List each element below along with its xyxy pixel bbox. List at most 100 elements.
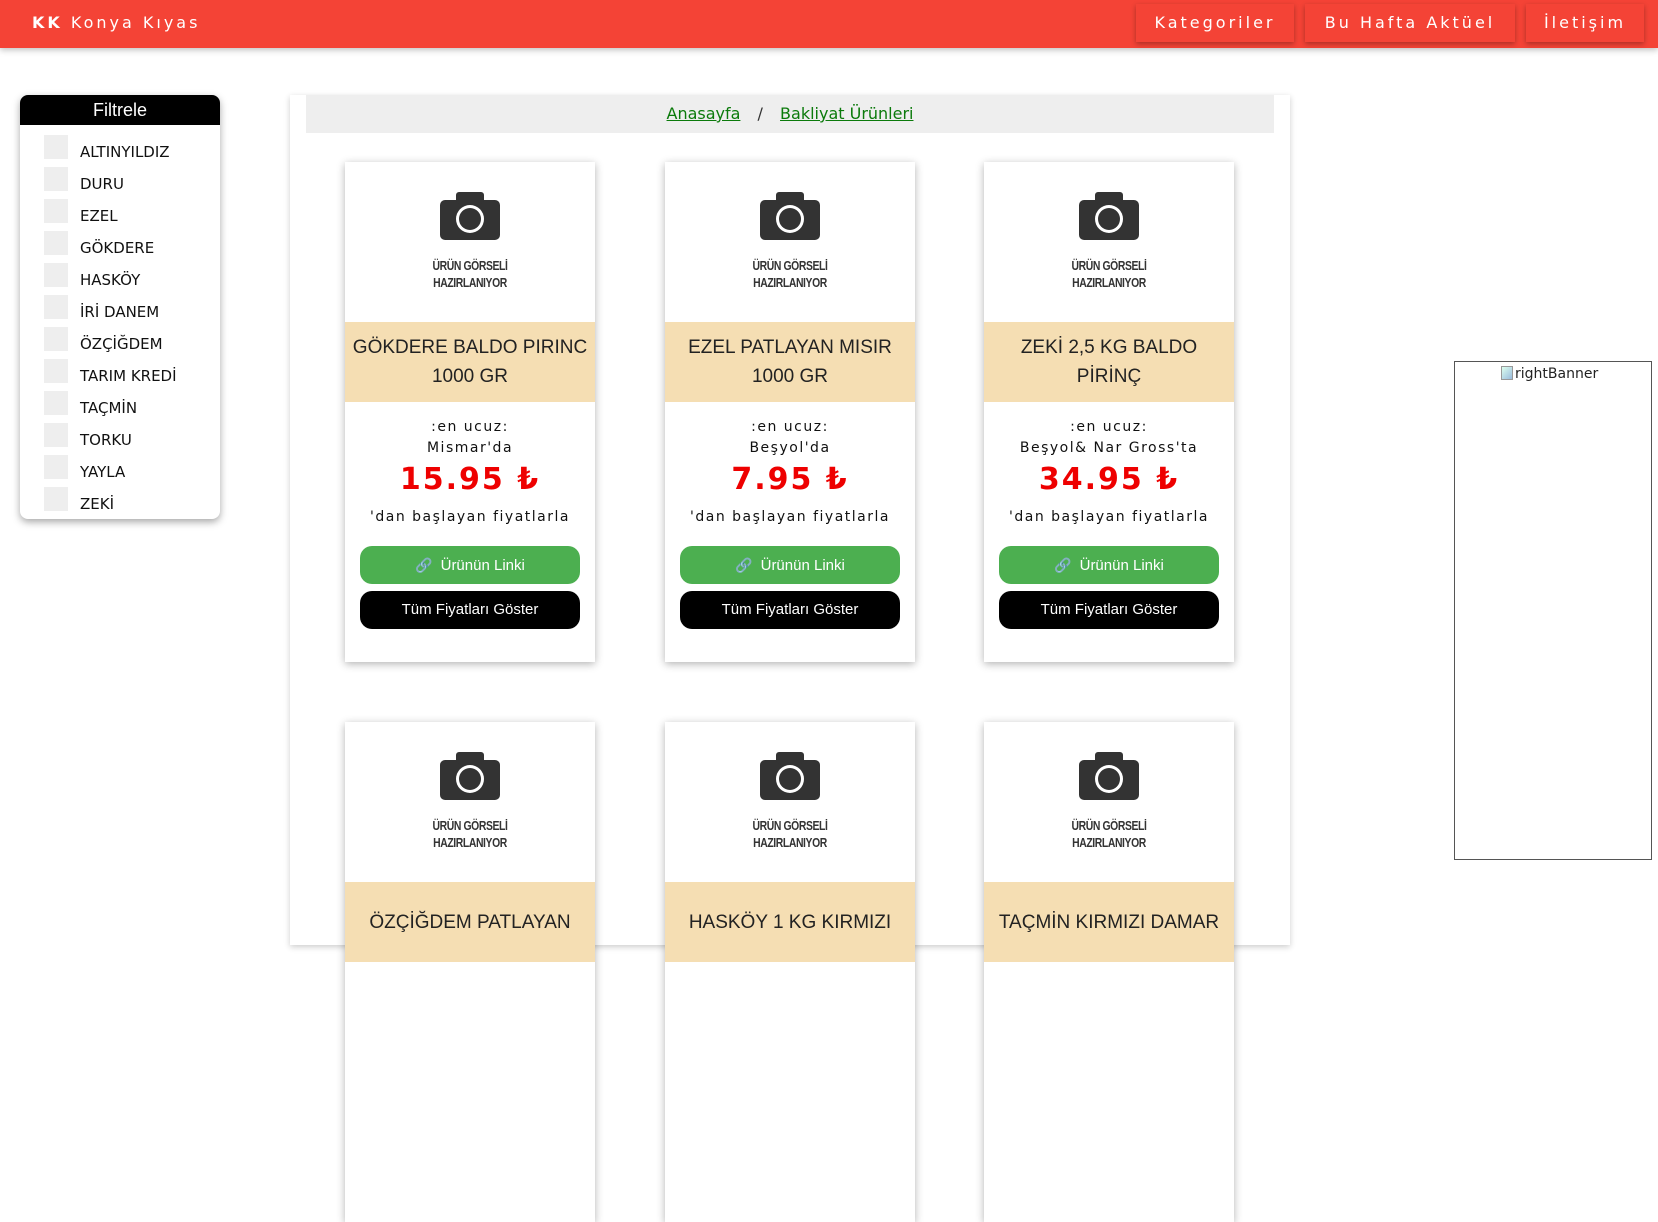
filter-label: TARIM KREDİ	[80, 367, 177, 385]
link-icon: 🔗	[735, 557, 753, 573]
filter-checkbox[interactable]	[44, 391, 68, 415]
brand-name: Konya Kıyas	[70, 13, 201, 32]
banner-alt-text: rightBanner	[1501, 366, 1598, 382]
filter-label: EZEL	[80, 207, 118, 225]
filter-label: DURU	[80, 175, 124, 193]
camera-icon	[1079, 750, 1139, 800]
brand-short: KK	[32, 13, 63, 32]
product-card: ÜRÜN GÖRSELİ HAZIRLANIYOR GÖKDERE BALDO PI…	[345, 162, 595, 662]
filter-checkbox[interactable]	[44, 167, 68, 191]
filter-label: HASKÖY	[80, 271, 141, 289]
filter-checkbox[interactable]	[44, 199, 68, 223]
filter-item[interactable]: DURU	[44, 167, 214, 195]
filter-label: İRİ DANEM	[80, 303, 160, 321]
product-title: ÖZÇİĞDEM PATLAYAN	[345, 882, 595, 962]
filter-label: GÖKDERE	[80, 239, 155, 257]
filter-checkbox[interactable]	[44, 487, 68, 511]
product-card: ÜRÜN GÖRSELİ HAZIRLANIYOR EZEL PATLAYAN MI…	[665, 162, 915, 662]
product-image[interactable]: ÜRÜN GÖRSELİ HAZIRLANIYOR	[345, 162, 595, 322]
link-icon: 🔗	[1054, 557, 1072, 573]
filter-item[interactable]: HASKÖY	[44, 263, 214, 291]
filter-item[interactable]: YAYLA	[44, 455, 214, 483]
show-all-prices-button[interactable]: Tüm Fiyatları Göster	[680, 591, 900, 629]
top-navbar: KK Konya Kıyas Kategoriler Bu Hafta Aktü…	[0, 0, 1658, 48]
image-placeholder-text: ÜRÜN GÖRSELİ HAZIRLANIYOR	[1071, 818, 1147, 850]
nav-categories[interactable]: Kategoriler	[1136, 4, 1294, 42]
main-content: Anasayfa / Bakliyat Ürünleri ÜRÜN GÖRSEL…	[290, 95, 1290, 1222]
store-name: Mismar'da	[426, 440, 514, 456]
product-image[interactable]: ÜRÜN GÖRSELİ HAZIRLANIYOR	[984, 722, 1234, 882]
nav-weekly-deals[interactable]: Bu Hafta Aktüel	[1305, 4, 1515, 42]
product-price: 7.95 ₺	[731, 462, 849, 497]
product-card: ÜRÜN GÖRSELİ HAZIRLANIYOR ZEKİ 2,5 KG BALD…	[984, 162, 1234, 662]
filter-item[interactable]: EZEL	[44, 199, 214, 227]
filter-item[interactable]: TORKU	[44, 423, 214, 451]
filter-checkbox[interactable]	[44, 295, 68, 319]
product-image[interactable]: ÜRÜN GÖRSELİ HAZIRLANIYOR	[665, 722, 915, 882]
filter-checkbox[interactable]	[44, 135, 68, 159]
filter-checkbox[interactable]	[44, 423, 68, 447]
filter-item[interactable]: İRİ DANEM	[44, 295, 214, 323]
filter-title: Filtrele	[20, 95, 220, 125]
link-icon: 🔗	[415, 557, 433, 573]
product-image[interactable]: ÜRÜN GÖRSELİ HAZIRLANIYOR	[984, 162, 1234, 322]
camera-icon	[440, 190, 500, 240]
filter-checkbox[interactable]	[44, 359, 68, 383]
image-placeholder-text: ÜRÜN GÖRSELİ HAZIRLANIYOR	[1071, 258, 1147, 290]
product-price: 15.95 ₺	[399, 462, 541, 497]
filter-label: ÖZÇİĞDEM	[80, 335, 163, 353]
cheapest-label: :en ucuz:	[1070, 419, 1148, 435]
product-title: ZEKİ 2,5 KG BALDO PİRİNÇ	[984, 322, 1234, 402]
filter-item[interactable]: TARIM KREDİ	[44, 359, 214, 387]
filter-panel: Filtrele ALTINYILDIZ DURU EZEL GÖKDERE HASKÖ…	[20, 95, 220, 519]
product-price: 34.95 ₺	[1038, 462, 1180, 497]
image-placeholder-text: ÜRÜN GÖRSELİ HAZIRLANIYOR	[752, 818, 828, 850]
filter-label: ZEKİ	[80, 495, 115, 513]
product-title: EZEL PATLAYAN MISIR 1000 GR	[665, 322, 915, 402]
filter-item[interactable]: TAÇMİN	[44, 391, 214, 419]
product-card: ÜRÜN GÖRSELİ HAZIRLANIYOR TAÇMİN KIRMIZI D…	[984, 722, 1234, 1222]
filter-item[interactable]: ZEKİ	[44, 487, 214, 515]
image-placeholder-text: ÜRÜN GÖRSELİ HAZIRLANIYOR	[432, 818, 508, 850]
product-title: HASKÖY 1 KG KIRMIZI	[665, 882, 915, 962]
camera-icon	[760, 190, 820, 240]
product-card: ÜRÜN GÖRSELİ HAZIRLANIYOR ÖZÇİĞDEM PATLAYA…	[345, 722, 595, 1222]
broken-image-icon	[1501, 366, 1513, 380]
cheapest-label: :en ucuz:	[431, 419, 509, 435]
breadcrumb-home[interactable]: Anasayfa	[667, 104, 741, 123]
product-image[interactable]: ÜRÜN GÖRSELİ HAZIRLANIYOR	[665, 162, 915, 322]
breadcrumb-current[interactable]: Bakliyat Ürünleri	[780, 104, 913, 123]
filter-label: YAYLA	[80, 463, 126, 481]
store-name: Beşyol& Nar Gross'ta	[1019, 440, 1199, 456]
filter-item[interactable]: ALTINYILDIZ	[44, 135, 214, 163]
product-image[interactable]: ÜRÜN GÖRSELİ HAZIRLANIYOR	[345, 722, 595, 882]
product-link-button[interactable]: 🔗 Ürünün Linki	[680, 546, 900, 584]
product-link-button[interactable]: 🔗 Ürünün Linki	[999, 546, 1219, 584]
brand-logo[interactable]: KK Konya Kıyas	[32, 13, 200, 32]
filter-label: TAÇMİN	[80, 399, 138, 417]
camera-icon	[1079, 190, 1139, 240]
camera-icon	[760, 750, 820, 800]
price-suffix: 'dan başlayan fiyatlarla	[370, 509, 570, 525]
breadcrumb: Anasayfa / Bakliyat Ürünleri	[306, 95, 1274, 133]
show-all-prices-button[interactable]: Tüm Fiyatları Göster	[999, 591, 1219, 629]
product-link-button[interactable]: 🔗 Ürünün Linki	[360, 546, 580, 584]
filter-checkbox[interactable]	[44, 231, 68, 255]
nav-contact[interactable]: İletişim	[1526, 4, 1644, 42]
filter-item[interactable]: GÖKDERE	[44, 231, 214, 259]
filter-label: TORKU	[80, 431, 132, 449]
filter-checkbox[interactable]	[44, 263, 68, 287]
store-name: Beşyol'da	[749, 440, 831, 456]
show-all-prices-button[interactable]: Tüm Fiyatları Göster	[360, 591, 580, 629]
camera-icon	[440, 750, 500, 800]
filter-item[interactable]: ÖZÇİĞDEM	[44, 327, 214, 355]
image-placeholder-text: ÜRÜN GÖRSELİ HAZIRLANIYOR	[432, 258, 508, 290]
right-banner[interactable]: rightBanner	[1454, 361, 1652, 860]
product-title: GÖKDERE BALDO PIRINC 1000 GR	[345, 322, 595, 402]
price-suffix: 'dan başlayan fiyatlarla	[1009, 509, 1209, 525]
product-title: TAÇMİN KIRMIZI DAMAR	[984, 882, 1234, 962]
filter-label: ALTINYILDIZ	[80, 143, 170, 161]
filter-checkbox[interactable]	[44, 327, 68, 351]
filter-checkbox[interactable]	[44, 455, 68, 479]
image-placeholder-text: ÜRÜN GÖRSELİ HAZIRLANIYOR	[752, 258, 828, 290]
